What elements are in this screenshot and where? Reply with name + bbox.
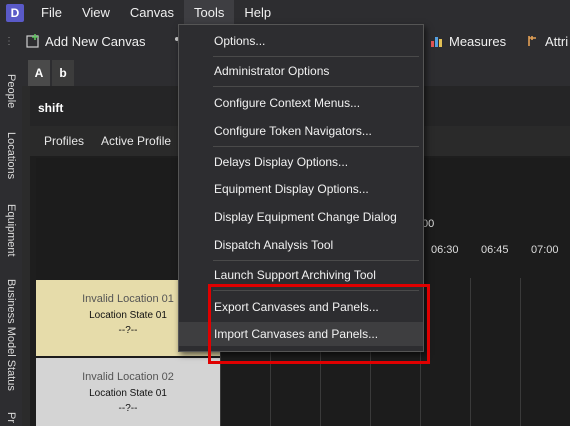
side-tab-pr[interactable]: Pr [0,408,22,426]
grid-line [470,278,471,426]
tab-active-profile[interactable]: Active Profile [101,134,171,148]
side-tab-business-model-status[interactable]: Business Model Status [0,276,22,394]
menu-view[interactable]: View [72,0,120,26]
doc-tab-b[interactable]: b [52,60,74,86]
menu-separator [213,260,419,261]
add-new-canvas-button[interactable]: Add New Canvas [22,29,149,53]
menu-item-display-equipment-change-dialog[interactable]: Display Equipment Change Dialog [179,205,423,229]
grid-line [520,278,521,426]
attributes-label: Attri [545,33,569,49]
side-tab-people-label: People [5,73,17,109]
side-tab-business-model-status-label: Business Model Status [5,279,17,391]
tab-profiles[interactable]: Profiles [44,134,84,148]
menu-item-dispatch-analysis-tool[interactable]: Dispatch Analysis Tool [179,233,423,257]
menu-item-administrator-options[interactable]: Administrator Options [179,59,423,83]
app-window: D File View Canvas Tools Help ⋮ Add New … [0,0,570,426]
timeslot-0630: 06:30 [431,244,459,256]
menu-item-options[interactable]: Options... [179,29,423,53]
bar-chart-icon [431,37,442,47]
side-tab-locations[interactable]: Locations [0,126,22,186]
highlight-annotation-box [208,284,430,364]
attributes-icon [528,36,536,46]
location-card-02[interactable]: Invalid Location 02 Location State 01 --… [36,358,220,426]
timeslot-0645: 06:45 [481,244,509,256]
measures-label: Measures [449,33,507,49]
location-value: --?-- [118,403,138,414]
menu-canvas[interactable]: Canvas [120,0,184,26]
side-tab-people[interactable]: People [0,68,22,114]
side-tab-pr-label: Pr [5,411,17,423]
toolbar-grip-icon[interactable]: ⋮ [4,36,14,47]
location-name: Invalid Location 02 [82,371,174,383]
app-logo-icon: D [6,4,24,22]
menu-separator [213,146,419,147]
menu-item-delays-display-options[interactable]: Delays Display Options... [179,150,423,174]
timeslot-0700: 07:00 [531,244,559,256]
add-canvas-icon [26,34,39,48]
location-state: Location State 01 [89,388,167,399]
menu-bar: D File View Canvas Tools Help [0,0,570,26]
left-side-tabs: People Locations Equipment Business Mode… [0,56,22,426]
menu-item-equipment-display-options[interactable]: Equipment Display Options... [179,177,423,201]
attributes-button[interactable]: Attri [522,29,570,53]
side-tab-equipment-label: Equipment [5,203,17,257]
add-new-canvas-label: Add New Canvas [45,33,146,49]
side-tab-locations-label: Locations [5,132,17,180]
menu-separator [213,86,419,87]
menu-item-configure-token-navigators[interactable]: Configure Token Navigators... [179,119,423,143]
side-tab-equipment[interactable]: Equipment [0,200,22,260]
measures-button[interactable]: Measures [426,29,510,53]
menu-separator [213,56,419,57]
menu-tools[interactable]: Tools [183,0,235,26]
doc-tab-a[interactable]: A [28,60,50,86]
menu-help[interactable]: Help [234,0,281,26]
menu-item-configure-context-menus[interactable]: Configure Context Menus... [179,91,423,115]
menu-file[interactable]: File [31,0,72,26]
